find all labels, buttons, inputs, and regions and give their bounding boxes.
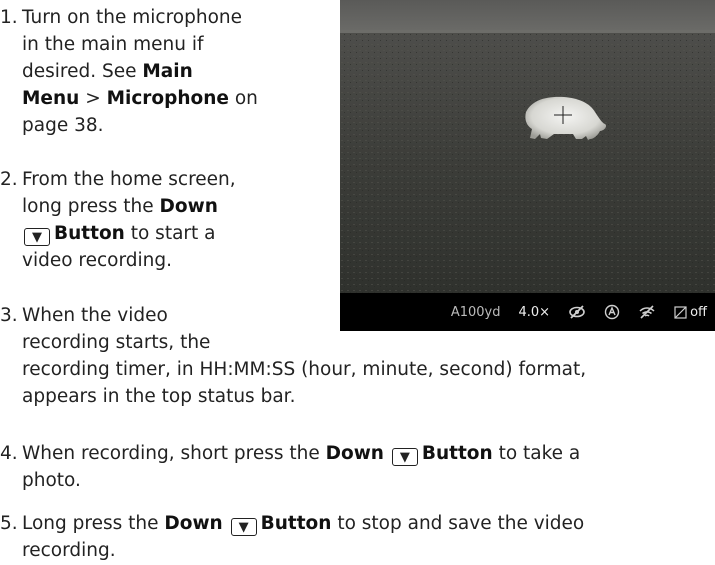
rangefinder-readout: A100yd [450,304,501,320]
line: desired. See Main [22,61,193,82]
step-number: 3. [0,305,18,326]
step-number: 5. [0,513,18,534]
line: ▼ Button to start a [22,220,236,247]
thermal-image [340,0,715,293]
line: appears in the top status bar. [22,386,296,407]
line: long press the Down [22,196,218,217]
line: Long press the Down ▼ Button to stop and … [22,513,585,536]
auto-mode-icon [604,304,620,320]
line: From the home screen, [22,169,236,190]
down-arrow-button-icon: ▼ [391,448,418,466]
line: Turn on the microphone [22,7,243,28]
step-text: When recording, short press the Down ▼ Bu… [22,440,580,494]
step-number: 4. [0,443,18,464]
down-arrow-button-icon: ▼ [230,518,257,536]
step-text: From the home screen, long press the Dow… [22,166,236,274]
line: recording. [22,540,116,561]
line: When recording, short press the Down ▼ Bu… [22,443,581,466]
ruler-off-icon [674,306,687,319]
wifi-off-icon [638,305,656,319]
no-eye-icon [568,305,586,319]
line: recording timer, in HH:MM:SS (hour, minu… [22,359,587,380]
step-number: 1. [0,7,18,28]
line: photo. [22,470,81,491]
down-arrow-button-icon: ▼ [24,228,50,246]
status-bar: A100yd 4.0× off [340,293,715,331]
step-number: 2. [0,169,18,190]
line: page 38. [22,115,104,136]
step-text: Turn on the microphone in the main menu … [22,4,258,139]
line: Menu > Microphone on [22,88,258,109]
line: in the main menu if [22,34,204,55]
thermal-scope-view: A100yd 4.0× off [340,0,715,331]
line: recording starts, the [22,332,211,353]
record-status: off [674,305,707,320]
line: video recording. [22,250,172,271]
step-text: Long press the Down ▼ Button to stop and … [22,510,584,564]
zoom-readout: 4.0× [518,304,551,320]
